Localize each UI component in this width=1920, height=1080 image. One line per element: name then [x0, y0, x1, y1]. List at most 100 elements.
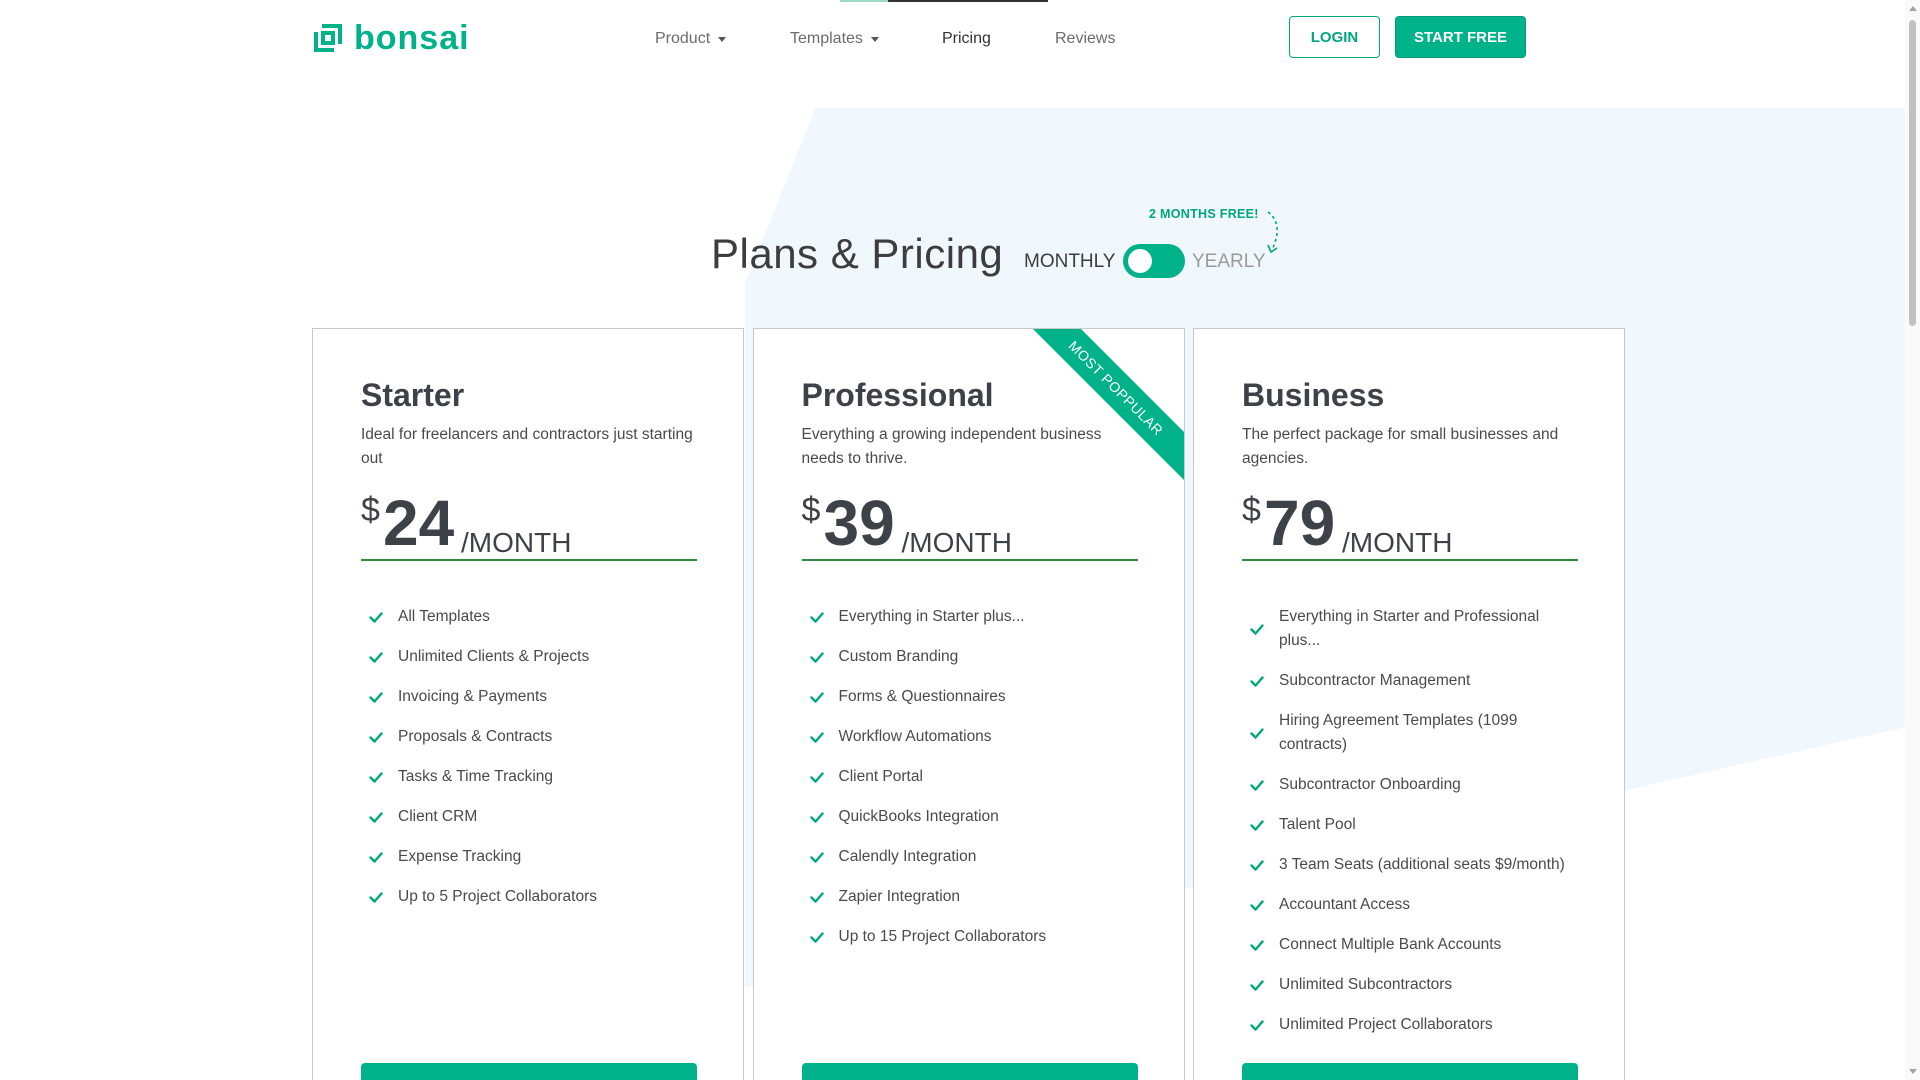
- site-header: bonsai Product Templates Pricing Reviews…: [0, 0, 1905, 78]
- scroll-up-icon[interactable]: [1909, 6, 1917, 11]
- feature-label: Custom Branding: [838, 648, 959, 665]
- check-icon: [369, 892, 383, 903]
- feature-item: Subcontractor Management: [1242, 669, 1578, 693]
- scroll-thumb[interactable]: [1909, 20, 1916, 326]
- nav-item-product[interactable]: Product: [655, 30, 790, 48]
- feature-label: Accountant Access: [1279, 896, 1410, 913]
- feature-label: Client Portal: [838, 768, 923, 785]
- billing-toggle[interactable]: [1123, 244, 1185, 278]
- toggle-knob: [1128, 249, 1152, 273]
- plan-price: $ 39 /MONTH: [801, 487, 1138, 561]
- feature-list: Everything in Starter plus... Custom Bran…: [802, 605, 1138, 949]
- billing-monthly-label[interactable]: MONTHLY: [1024, 251, 1115, 273]
- feature-item: Hiring Agreement Templates (1099 contrac…: [1242, 709, 1578, 757]
- feature-item: Up to 15 Project Collaborators: [802, 925, 1138, 949]
- plan-description: The perfect package for small businesses…: [1242, 426, 1559, 467]
- nav-item-label: Templates: [790, 30, 863, 47]
- bonsai-logo-icon: [314, 24, 342, 52]
- check-icon: [369, 852, 383, 863]
- feature-item: QuickBooks Integration: [802, 805, 1138, 829]
- feature-item: Everything in Starter and Professional p…: [1242, 605, 1578, 653]
- check-icon: [1250, 728, 1264, 739]
- feature-label: Unlimited Clients & Projects: [398, 648, 590, 665]
- price-period: /MONTH: [461, 527, 572, 558]
- feature-label: Workflow Automations: [838, 728, 992, 745]
- nav-item-label: Reviews: [1055, 30, 1116, 47]
- feature-item: 3 Team Seats (additional seats $9/month): [1242, 853, 1578, 877]
- pricing-header: Plans & Pricing MONTHLY YEARLY: [0, 220, 1920, 290]
- plan-description: Ideal for freelancers and contractors ju…: [361, 426, 693, 467]
- caret-down-icon: [870, 36, 879, 42]
- feature-label: Talent Pool: [1279, 816, 1356, 833]
- feature-item: Expense Tracking: [361, 845, 697, 869]
- nav-item-label: Product: [655, 30, 711, 47]
- feature-label: All Templates: [398, 608, 490, 625]
- feature-label: Expense Tracking: [398, 848, 522, 865]
- promo-label: 2 MONTHS FREE!: [1149, 207, 1259, 221]
- plan-price: $ 24 /MONTH: [361, 489, 697, 561]
- feature-label: Everything in Starter plus...: [838, 608, 1025, 625]
- nav-item-pricing[interactable]: Pricing: [942, 30, 1055, 48]
- check-icon: [1250, 676, 1264, 687]
- feature-list: All Templates Unlimited Clients & Project…: [361, 605, 697, 909]
- billing-yearly-label[interactable]: YEARLY: [1192, 251, 1266, 273]
- choose-plan-button[interactable]: [361, 1063, 697, 1080]
- main-nav: Product Templates Pricing Reviews: [655, 28, 1115, 50]
- check-icon: [809, 612, 824, 623]
- choose-plan-button[interactable]: [801, 1063, 1138, 1080]
- check-icon: [809, 692, 824, 703]
- check-icon: [1250, 980, 1264, 991]
- feature-label: Subcontractor Onboarding: [1279, 776, 1461, 793]
- plan-card-business: Business The perfect package for small b…: [1193, 328, 1625, 1080]
- check-icon: [809, 892, 824, 903]
- check-icon: [369, 772, 383, 783]
- feature-label: Calendly Integration: [838, 848, 977, 865]
- nav-item-templates[interactable]: Templates: [790, 30, 942, 48]
- login-button[interactable]: LOGIN: [1289, 16, 1380, 58]
- choose-plan-button[interactable]: [1242, 1063, 1578, 1080]
- feature-item: Everything in Starter plus...: [802, 605, 1138, 629]
- page-title: Plans & Pricing: [711, 230, 1004, 277]
- feature-item: Talent Pool: [1242, 813, 1578, 837]
- feature-label: Connect Multiple Bank Accounts: [1279, 936, 1502, 953]
- check-icon: [1250, 624, 1264, 635]
- plan-card-professional: MOST POPPULAR Professional Everything a …: [752, 328, 1185, 1080]
- check-icon: [1250, 780, 1264, 791]
- feature-label: Hiring Agreement Templates (1099 contrac…: [1279, 712, 1518, 753]
- feature-item: Forms & Questionnaires: [802, 685, 1138, 709]
- start-free-button[interactable]: START FREE: [1395, 16, 1526, 58]
- scroll-down-icon[interactable]: [1909, 1069, 1917, 1074]
- brand-logo[interactable]: bonsai: [312, 21, 470, 55]
- check-icon: [1250, 900, 1264, 911]
- check-icon: [369, 612, 383, 623]
- check-icon: [1250, 1020, 1264, 1031]
- feature-item: Tasks & Time Tracking: [361, 765, 697, 789]
- feature-item: Unlimited Clients & Projects: [361, 645, 697, 669]
- nav-item-reviews[interactable]: Reviews: [1055, 30, 1115, 48]
- plan-card-starter: Starter Ideal for freelancers and contra…: [312, 328, 744, 1080]
- price-amount: 79: [1264, 487, 1336, 559]
- feature-item: Invoicing & Payments: [361, 685, 697, 709]
- feature-label: Up to 15 Project Collaborators: [838, 928, 1047, 945]
- feature-label: Forms & Questionnaires: [838, 688, 1006, 705]
- price-amount: 39: [823, 487, 895, 559]
- price-currency: $: [361, 491, 380, 529]
- price-currency: $: [1242, 491, 1261, 529]
- feature-label: Invoicing & Payments: [398, 688, 548, 705]
- check-icon: [1250, 940, 1264, 951]
- check-icon: [369, 652, 383, 663]
- feature-item: Workflow Automations: [802, 725, 1138, 749]
- plan-name: Starter: [361, 377, 465, 413]
- check-icon: [809, 932, 824, 943]
- feature-item: Client CRM: [361, 805, 697, 829]
- feature-label: Unlimited Subcontractors: [1279, 976, 1453, 993]
- feature-item: Custom Branding: [802, 645, 1138, 669]
- check-icon: [369, 732, 383, 743]
- feature-label: Zapier Integration: [838, 888, 961, 905]
- feature-item: Subcontractor Onboarding: [1242, 773, 1578, 797]
- feature-item: Unlimited Project Collaborators: [1242, 1013, 1578, 1037]
- page-progress-bar: [840, 0, 1048, 2]
- check-icon: [369, 692, 383, 703]
- feature-item: All Templates: [361, 605, 697, 629]
- scrollbar[interactable]: [1905, 0, 1920, 1080]
